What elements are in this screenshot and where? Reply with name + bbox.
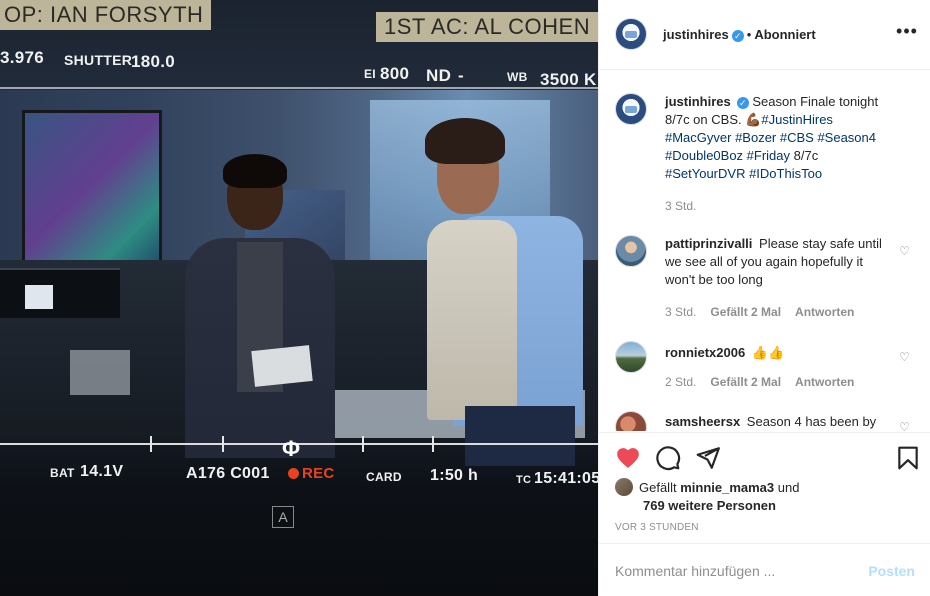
post-time-ago[interactable]: VOR 3 STUNDEN xyxy=(615,522,699,533)
hud-card-value: 1:50 h xyxy=(430,467,479,484)
comment-like-heart-icon[interactable]: ♡ xyxy=(899,351,911,363)
hud-clip: A176 C001 xyxy=(186,465,270,482)
hud-bat-value: 14.1V xyxy=(80,463,124,480)
slate-1st-ac: 1ST AC: AL COHEN xyxy=(376,12,598,42)
bookmark-save-icon[interactable] xyxy=(895,445,921,471)
comment-username[interactable]: ronnietx2006 xyxy=(665,345,745,360)
frame-line-top xyxy=(0,87,598,89)
photo-person-left xyxy=(185,154,345,458)
frame-tick xyxy=(432,436,434,452)
post-header: justinhires ✓ • Abonniert ••• xyxy=(599,0,930,70)
rec-dot-icon xyxy=(288,468,299,479)
caption-avatar[interactable] xyxy=(615,93,647,125)
share-send-icon[interactable] xyxy=(695,445,721,471)
comment-reply-button[interactable]: Antworten xyxy=(795,305,854,319)
comment-body: Season 4 has been by xyxy=(746,414,877,429)
hud-shutter-value: 180.0 xyxy=(131,52,176,71)
hashtags-line-4[interactable]: #SetYourDVR #IDoThisToo xyxy=(665,166,822,181)
frame-tick xyxy=(222,436,224,452)
hud-ei-value: 800 xyxy=(380,64,410,83)
author-line: justinhires ✓ • Abonniert xyxy=(663,27,816,42)
verified-badge-icon: ✓ xyxy=(731,30,744,42)
author-avatar[interactable] xyxy=(615,18,647,50)
photo-person-right xyxy=(395,118,585,466)
header-separator: • xyxy=(746,27,752,42)
liker-avatar[interactable] xyxy=(615,478,633,496)
comment-text: pattiprinzivalli Please stay safe until … xyxy=(665,235,891,289)
photo-monitor-glow xyxy=(25,285,53,309)
flexed-biceps-emoji: 💪🏾 xyxy=(745,112,762,127)
comment-likes-count[interactable]: Gefällt 2 Mal xyxy=(710,305,781,319)
comment-likes-count[interactable]: Gefällt 2 Mal xyxy=(710,375,781,389)
post-photo[interactable]: OP: IAN FORSYTH 1ST AC: AL COHEN 3.976 S… xyxy=(0,0,598,596)
caption-text: justinhires ✓ Season Finale tonight 8/7c … xyxy=(665,93,891,183)
post-side-panel: justinhires ✓ • Abonniert ••• justinhires ✓ … xyxy=(598,0,930,596)
hud-shutter-label: SHUTTER xyxy=(64,52,133,68)
hud-fstop: 3.976 xyxy=(0,48,45,67)
frame-tick xyxy=(150,436,152,452)
comment-timestamp[interactable]: 2 Std. xyxy=(665,375,696,389)
verified-badge-icon: ✓ xyxy=(736,97,749,109)
hashtag-justinhires[interactable]: #JustinHires xyxy=(761,112,833,127)
comment-username[interactable]: samsheersx xyxy=(665,414,740,429)
monitor-letter-a: A xyxy=(272,506,294,528)
comment-avatar[interactable] xyxy=(615,235,647,267)
liked-by-and: und xyxy=(777,480,800,495)
liked-by-username[interactable]: minnie_mama3 xyxy=(680,480,774,495)
hud-wb-label: WB xyxy=(507,70,528,84)
add-comment-bar: Posten xyxy=(599,543,930,596)
comment-username[interactable]: pattiprinzivalli xyxy=(665,236,752,251)
comment-text: ronnietx2006 👍👍 xyxy=(665,344,891,362)
hud-bat-label: BAT xyxy=(50,466,75,480)
more-options-icon[interactable]: ••• xyxy=(895,22,919,46)
like-heart-icon[interactable] xyxy=(615,445,641,471)
comment-like-heart-icon[interactable]: ♡ xyxy=(899,245,911,257)
comment-body: 👍👍 xyxy=(751,345,785,360)
hud-tc-value: 15:41:05 xyxy=(534,470,598,487)
frame-tick xyxy=(362,436,364,452)
comment-meta: 3 Std. Gefällt 2 Mal Antworten xyxy=(665,305,868,319)
liked-by-prefix: Gefällt xyxy=(639,480,677,495)
caption-time-text: 8/7c xyxy=(790,148,819,163)
hud-nd-value: - xyxy=(458,66,464,85)
comment-meta: 2 Std. Gefällt 2 Mal Antworten xyxy=(665,375,868,389)
photo-box xyxy=(70,350,130,395)
hud-ei-label: EI xyxy=(364,67,376,81)
liked-by-others[interactable]: 769 weitere Personen xyxy=(615,497,915,515)
caption-username[interactable]: justinhires xyxy=(665,94,731,109)
caption-timestamp[interactable]: 3 Std. xyxy=(665,199,696,213)
caption-meta: 3 Std. xyxy=(665,199,710,213)
hud-card-label: CARD xyxy=(366,470,402,484)
comment-timestamp[interactable]: 3 Std. xyxy=(665,305,696,319)
follow-status-button[interactable]: Abonniert xyxy=(754,27,815,42)
hud-nd-label: ND xyxy=(426,66,452,85)
hashtags-line-2[interactable]: #MacGyver #Bozer #CBS #Season4 xyxy=(665,130,876,145)
slate-op: OP: IAN FORSYTH xyxy=(0,0,212,30)
comment-avatar[interactable] xyxy=(615,411,647,431)
comments-list[interactable]: justinhires ✓ Season Finale tonight 8/7c … xyxy=(599,71,930,431)
hashtags-line-3[interactable]: #Double0Boz #Friday xyxy=(665,148,790,163)
comment-bubble-icon[interactable] xyxy=(655,445,681,471)
comment-like-heart-icon[interactable]: ♡ xyxy=(899,421,911,431)
comment-input[interactable] xyxy=(615,562,855,580)
comment-avatar[interactable] xyxy=(615,341,647,373)
comment-reply-button[interactable]: Antworten xyxy=(795,375,854,389)
post-comment-button[interactable]: Posten xyxy=(868,563,915,579)
author-username[interactable]: justinhires xyxy=(663,27,729,42)
post-actions: Gefällt minnie_mama3 und 769 weitere Per… xyxy=(599,432,930,542)
photo-monitor xyxy=(0,268,120,318)
hud-tc-label: TC xyxy=(516,474,532,486)
liked-by: Gefällt minnie_mama3 und 769 weitere Per… xyxy=(615,478,915,515)
photo-wall-screen xyxy=(22,110,162,285)
frame-center-marker: Φ xyxy=(282,436,301,461)
comment-text: samsheersx Season 4 has been by xyxy=(665,413,891,431)
hud-rec: REC xyxy=(288,465,335,482)
